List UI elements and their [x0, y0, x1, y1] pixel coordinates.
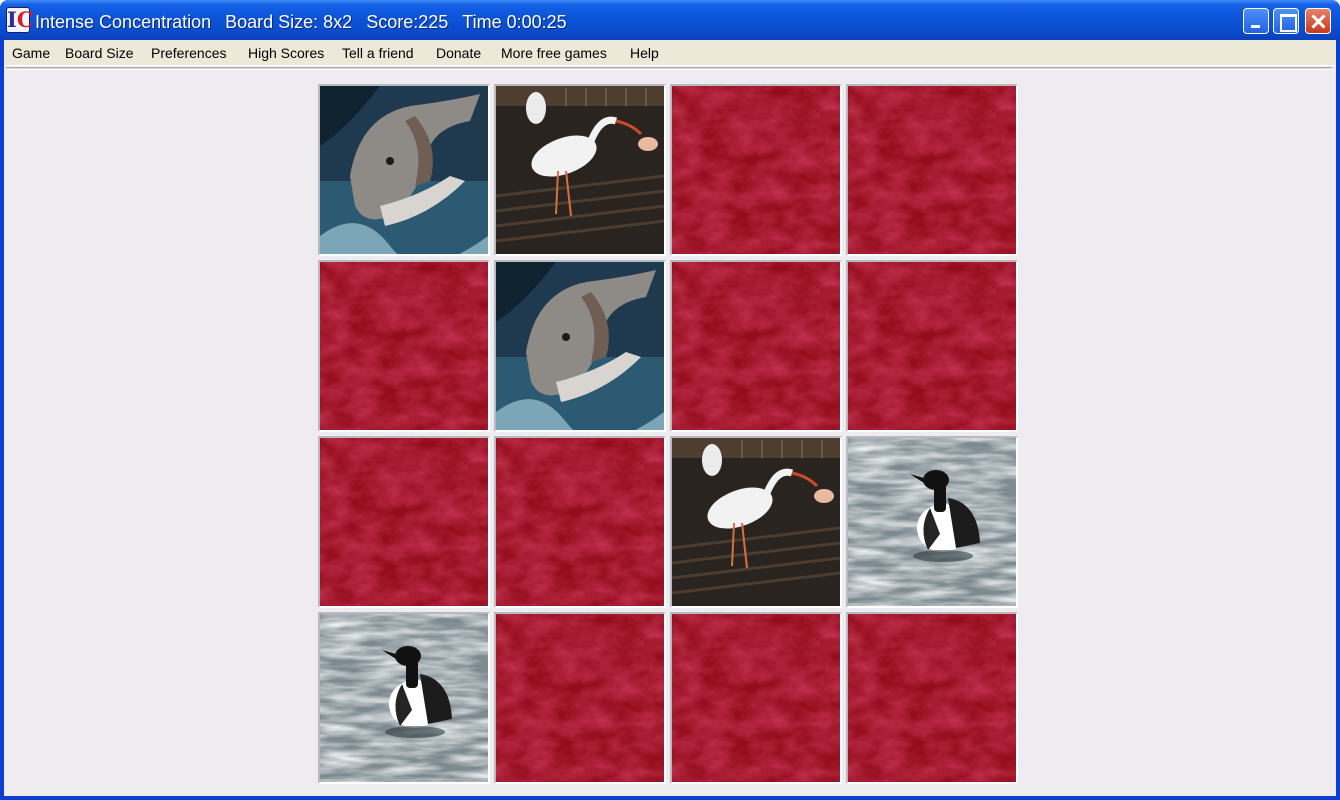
- menu-help[interactable]: Help: [626, 43, 663, 63]
- card-back-texture: [672, 614, 840, 782]
- card-back-texture: [848, 86, 1016, 254]
- dolphin-picture: [496, 262, 664, 430]
- window-title: Intense Concentration Board Size: 8x2 Scor…: [35, 10, 581, 34]
- dolphin-picture: [320, 86, 488, 254]
- card-back[interactable]: [846, 260, 1018, 432]
- card-back[interactable]: [846, 612, 1018, 784]
- card-back-texture: [672, 262, 840, 430]
- maximize-icon[interactable]: [1273, 8, 1299, 34]
- card-back[interactable]: [494, 612, 666, 784]
- app-title: Intense Concentration: [35, 12, 212, 32]
- card-back[interactable]: [670, 612, 842, 784]
- score-status: Score:225: [366, 12, 449, 32]
- close-icon[interactable]: [1305, 8, 1331, 34]
- menu-donate[interactable]: Donate: [432, 43, 485, 63]
- menu-high-scores[interactable]: High Scores: [244, 43, 328, 63]
- card-back[interactable]: [318, 260, 490, 432]
- loon-picture: [320, 614, 488, 782]
- ibis-picture: [672, 438, 840, 606]
- minimize-icon[interactable]: [1243, 8, 1269, 34]
- card-dolphin[interactable]: [318, 84, 490, 256]
- ibis-picture: [496, 86, 664, 254]
- card-back[interactable]: [494, 436, 666, 608]
- card-back-texture: [848, 262, 1016, 430]
- menu-game[interactable]: Game: [8, 43, 54, 63]
- menu-separator: [6, 67, 1332, 70]
- card-back[interactable]: [846, 84, 1018, 256]
- app-icon[interactable]: IC: [6, 7, 34, 33]
- card-back-texture: [848, 614, 1016, 782]
- menu-bar: Game Board Size Preferences High Scores …: [4, 40, 1336, 66]
- card-back-texture: [320, 262, 488, 430]
- card-back-texture: [320, 438, 488, 606]
- card-back[interactable]: [670, 260, 842, 432]
- card-ibis[interactable]: [494, 84, 666, 256]
- card-ibis[interactable]: [670, 436, 842, 608]
- board-size-status: Board Size: 8x2: [225, 12, 353, 32]
- app-window: IC Intense Concentration Board Size: 8x2 S…: [0, 0, 1340, 800]
- game-board: [318, 84, 1018, 784]
- menu-board-size[interactable]: Board Size: [61, 43, 137, 63]
- card-back-texture: [496, 438, 664, 606]
- card-back[interactable]: [318, 436, 490, 608]
- card-loon[interactable]: [846, 436, 1018, 608]
- card-loon[interactable]: [318, 612, 490, 784]
- time-status: Time 0:00:25: [462, 12, 567, 32]
- title-bar[interactable]: IC Intense Concentration Board Size: 8x2 S…: [0, 0, 1340, 40]
- card-dolphin[interactable]: [494, 260, 666, 432]
- card-back-texture: [496, 614, 664, 782]
- menu-more-free-games[interactable]: More free games: [497, 43, 611, 63]
- menu-preferences[interactable]: Preferences: [147, 43, 230, 63]
- card-back[interactable]: [670, 84, 842, 256]
- loon-picture: [848, 438, 1016, 606]
- client-area: Game Board Size Preferences High Scores …: [4, 40, 1336, 796]
- card-back-texture: [672, 86, 840, 254]
- menu-tell-a-friend[interactable]: Tell a friend: [338, 43, 418, 63]
